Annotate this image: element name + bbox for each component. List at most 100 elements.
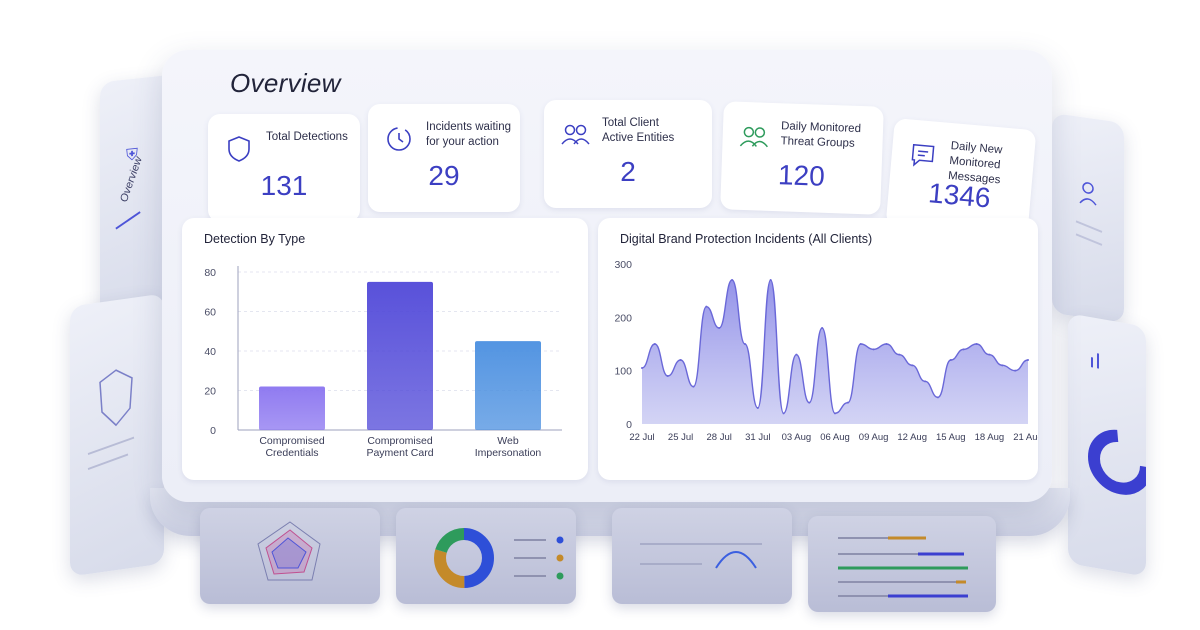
group-icon	[739, 126, 768, 148]
x-tick-label: Payment Card	[366, 447, 433, 459]
stat-card-threat-groups[interactable]: Daily Monitored Threat Groups 120	[720, 101, 884, 215]
x-tick-label: 21 Aug	[1013, 432, 1038, 443]
data-point	[666, 375, 669, 377]
progress-bars-thumbnail[interactable]	[808, 516, 996, 612]
donut-chart-thumbnail[interactable]	[396, 508, 576, 604]
x-tick-label: 18 Aug	[975, 432, 1005, 443]
stat-label: Total Client Active Entities	[602, 117, 675, 144]
dashboard-stage: ⛨ Overview Overview Total Detections 131…	[0, 0, 1200, 630]
data-point	[859, 343, 862, 345]
data-point	[795, 353, 798, 356]
data-point	[898, 353, 901, 356]
side-panel-analytics[interactable]	[1068, 313, 1152, 577]
data-point	[936, 396, 939, 399]
overview-panel: Overview Total Detections 131 Incidents …	[162, 50, 1052, 502]
data-point	[769, 279, 772, 281]
stat-value: 120	[777, 159, 826, 192]
data-point	[705, 305, 708, 308]
y-tick-label: 80	[204, 267, 216, 279]
page-title: Overview	[230, 68, 341, 98]
data-point	[641, 367, 643, 369]
x-tick-label: Credentials	[265, 447, 318, 459]
donut-thumbnail	[1088, 353, 1152, 495]
x-tick-label: 15 Aug	[936, 432, 966, 443]
data-point	[692, 385, 695, 388]
stat-label: Total Detections	[266, 131, 348, 143]
data-point	[846, 401, 849, 404]
side-panel-label: Overview	[118, 155, 145, 204]
data-point	[756, 407, 759, 409]
data-point	[872, 348, 875, 351]
data-point	[975, 343, 978, 345]
stat-card-total-detections[interactable]: Total Detections 131	[208, 114, 360, 222]
data-point	[885, 343, 888, 345]
x-tick-label: Compromised	[259, 435, 325, 447]
data-point	[1014, 369, 1017, 372]
data-point	[808, 401, 811, 404]
x-tick-label: Web	[497, 435, 519, 447]
bar	[367, 281, 433, 430]
message-icon	[911, 143, 935, 167]
data-point	[1027, 359, 1029, 361]
y-tick-label: 300	[614, 259, 632, 271]
y-tick-label: 0	[626, 419, 632, 431]
detection-by-type-card: Detection By Type 0 20 40 60 80 Compromised Cr…	[182, 218, 588, 480]
stat-card-active-entities[interactable]: Total Client Active Entities 2	[544, 100, 712, 208]
y-tick-label: 200	[614, 312, 632, 324]
y-tick-label: 40	[204, 346, 216, 358]
data-point	[988, 353, 991, 356]
side-panel-profile[interactable]	[1052, 112, 1124, 324]
bar	[259, 386, 325, 430]
y-tick-label: 60	[204, 307, 216, 319]
shield-icon	[228, 136, 250, 162]
x-tick-label: 22 Jul	[629, 432, 654, 443]
stat-card-incidents-waiting[interactable]: Incidents waiting for your action 29	[368, 104, 520, 212]
data-point	[834, 412, 836, 415]
x-tick-label: 03 Aug	[782, 432, 812, 443]
data-point	[1001, 364, 1004, 367]
clock-icon	[387, 127, 411, 151]
y-tick-label: 0	[210, 425, 216, 437]
data-point	[679, 359, 682, 361]
shield-illustration	[87, 369, 135, 471]
data-point	[911, 364, 914, 367]
stat-label: Daily Monitored Threat Groups	[780, 120, 862, 150]
stat-value: 2	[620, 156, 636, 187]
y-tick-label: 20	[204, 386, 216, 398]
brand-protection-card: Digital Brand Protection Incidents (All …	[598, 218, 1038, 480]
area-chart: 0 100 200 300 22 Jul 25 Jul 28 Jul 31 Jul 03 Aug…	[614, 259, 1038, 443]
x-tick-label: Impersonation	[475, 447, 542, 459]
data-point	[924, 380, 927, 383]
data-point	[782, 412, 785, 415]
x-tick-label: 12 Aug	[897, 432, 927, 443]
x-tick-label: 25 Jul	[668, 432, 693, 443]
bar	[475, 341, 541, 430]
users-icon	[561, 124, 590, 145]
stat-label: Incidents waiting for your action	[426, 121, 512, 148]
x-tick-label: Compromised	[367, 435, 433, 447]
data-point	[743, 343, 746, 345]
data-point	[949, 359, 952, 361]
bars-icon	[838, 536, 968, 598]
line-chart-thumbnail[interactable]	[612, 508, 792, 604]
y-tick-label: 100	[614, 366, 632, 378]
user-icon	[1075, 182, 1103, 246]
donut-icon	[434, 528, 564, 588]
x-tick-label: 31 Jul	[745, 432, 770, 443]
data-point	[962, 348, 965, 351]
data-point	[731, 279, 734, 281]
side-panel-security[interactable]	[70, 293, 164, 577]
stat-value: 29	[428, 160, 460, 191]
data-point	[821, 327, 824, 329]
radar-chart-thumbnail[interactable]	[200, 508, 380, 604]
x-tick-label: 28 Jul	[707, 432, 732, 443]
data-point	[718, 327, 721, 329]
stat-value: 131	[260, 170, 308, 201]
radar-icon	[257, 521, 321, 581]
side-panel-underline	[115, 211, 141, 230]
x-tick-label: 09 Aug	[859, 432, 889, 443]
bar-chart: 020406080CompromisedCredentialsCompromis…	[204, 266, 562, 459]
x-tick-label: 06 Aug	[820, 432, 850, 443]
data-point	[653, 343, 656, 345]
wave-icon	[640, 543, 762, 569]
